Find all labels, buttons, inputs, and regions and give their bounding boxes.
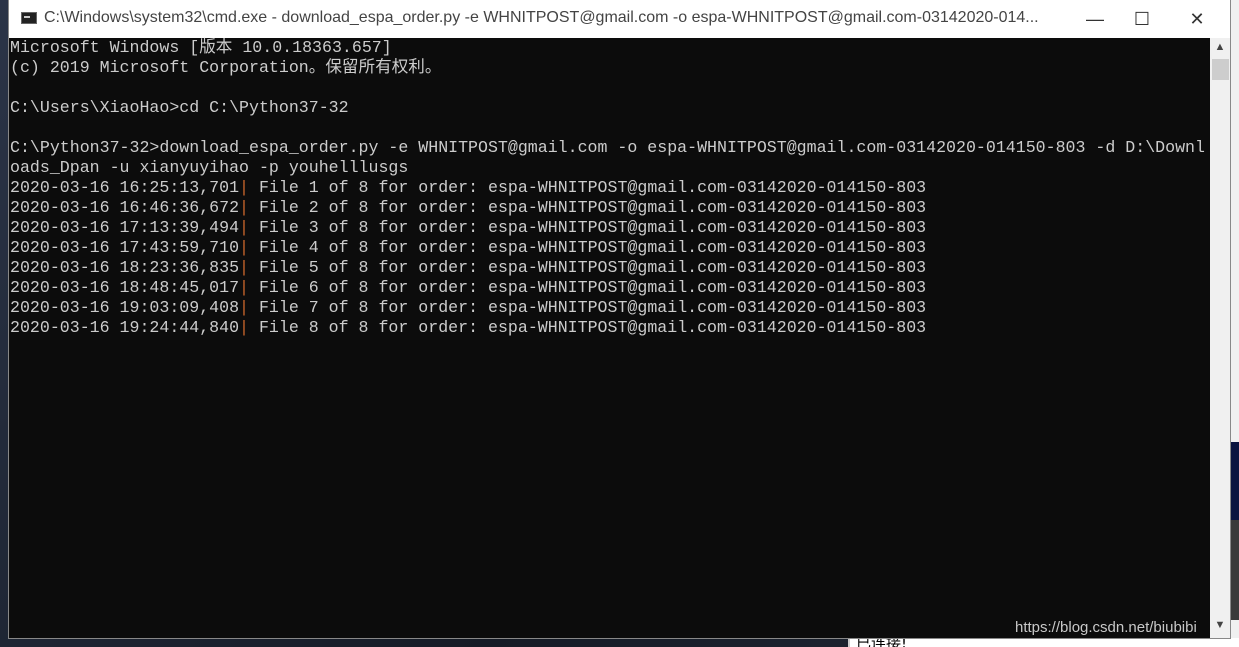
log-separator: | [239, 218, 249, 237]
log-line: 2020-03-16 16:25:13,701| File 1 of 8 for… [9, 178, 1210, 198]
log-message: File 1 of 8 for order: espa-WHNITPOST@gm… [249, 178, 927, 197]
log-timestamp: 2020-03-16 16:25:13,701 [10, 178, 240, 197]
scroll-down-arrow-icon[interactable]: ▼ [1210, 619, 1230, 635]
scrollbar-thumb[interactable] [1212, 59, 1229, 80]
log-separator: | [239, 198, 249, 217]
log-line: 2020-03-16 17:43:59,710| File 4 of 8 for… [9, 238, 1210, 258]
log-timestamp: 2020-03-16 17:43:59,710 [10, 238, 240, 257]
log-separator: | [239, 178, 249, 197]
log-separator: | [239, 298, 249, 317]
close-button[interactable]: ✕ [1174, 0, 1220, 38]
window-title: C:\Windows\system32\cmd.exe - download_e… [44, 9, 1039, 26]
log-separator: | [239, 318, 249, 337]
title-bar[interactable]: C:\Windows\system32\cmd.exe - download_e… [9, 0, 1230, 38]
console-line: C:\Python37-32>download_espa_order.py -e… [10, 138, 1205, 157]
console-line: Microsoft Windows [版本 10.0.18363.657] [10, 38, 392, 57]
log-message: File 5 of 8 for order: espa-WHNITPOST@gm… [249, 258, 927, 277]
console-line: (c) 2019 Microsoft Corporation。保留所有权利。 [10, 58, 442, 77]
log-timestamp: 2020-03-16 19:24:44,840 [10, 318, 240, 337]
log-timestamp: 2020-03-16 18:23:36,835 [10, 258, 240, 277]
log-message: File 7 of 8 for order: espa-WHNITPOST@gm… [249, 298, 927, 317]
watermark: https://blog.csdn.net/biubibi [1015, 619, 1197, 636]
connected-text: 已连接! [856, 638, 908, 647]
log-line: 2020-03-16 19:24:44,840| File 8 of 8 for… [9, 318, 1210, 338]
scroll-up-arrow-icon[interactable]: ▲ [1210, 41, 1230, 57]
log-line: 2020-03-16 16:46:36,672| File 2 of 8 for… [9, 198, 1210, 218]
log-line: 2020-03-16 19:03:09,408| File 7 of 8 for… [9, 298, 1210, 318]
log-line: 2020-03-16 18:23:36,835| File 5 of 8 for… [9, 258, 1210, 278]
log-message: File 6 of 8 for order: espa-WHNITPOST@gm… [249, 278, 927, 297]
background-window-image [1230, 442, 1239, 520]
log-line: 2020-03-16 17:13:39,494| File 3 of 8 for… [9, 218, 1210, 238]
log-timestamp: 2020-03-16 17:13:39,494 [10, 218, 240, 237]
log-separator: | [239, 278, 249, 297]
maximize-button[interactable]: ☐ [1119, 0, 1165, 38]
log-line: 2020-03-16 18:48:45,017| File 6 of 8 for… [9, 278, 1210, 298]
log-timestamp: 2020-03-16 18:48:45,017 [10, 278, 240, 297]
log-timestamp: 2020-03-16 16:46:36,672 [10, 198, 240, 217]
cmd-icon [21, 12, 37, 24]
console-line: C:\Users\XiaoHao>cd C:\Python37-32 [10, 98, 349, 117]
cmd-window: C:\Windows\system32\cmd.exe - download_e… [8, 0, 1231, 639]
log-message: File 4 of 8 for order: espa-WHNITPOST@gm… [249, 238, 927, 257]
log-separator: | [239, 238, 249, 257]
background-window-strip [1230, 520, 1239, 620]
log-timestamp: 2020-03-16 19:03:09,408 [10, 298, 240, 317]
vertical-scrollbar[interactable]: ▲ ▼ [1210, 38, 1230, 638]
log-message: File 3 of 8 for order: espa-WHNITPOST@gm… [249, 218, 927, 237]
log-separator: | [239, 258, 249, 277]
background-panel: 已连接! [848, 638, 1239, 647]
console-output[interactable]: Microsoft Windows [版本 10.0.18363.657] (c… [9, 38, 1210, 638]
console-line: oads_Dpan -u xianyuyihao -p youhelllusgs [10, 158, 409, 177]
log-message: File 8 of 8 for order: espa-WHNITPOST@gm… [249, 318, 927, 337]
log-message: File 2 of 8 for order: espa-WHNITPOST@gm… [249, 198, 927, 217]
minimize-button[interactable]: — [1072, 0, 1118, 38]
